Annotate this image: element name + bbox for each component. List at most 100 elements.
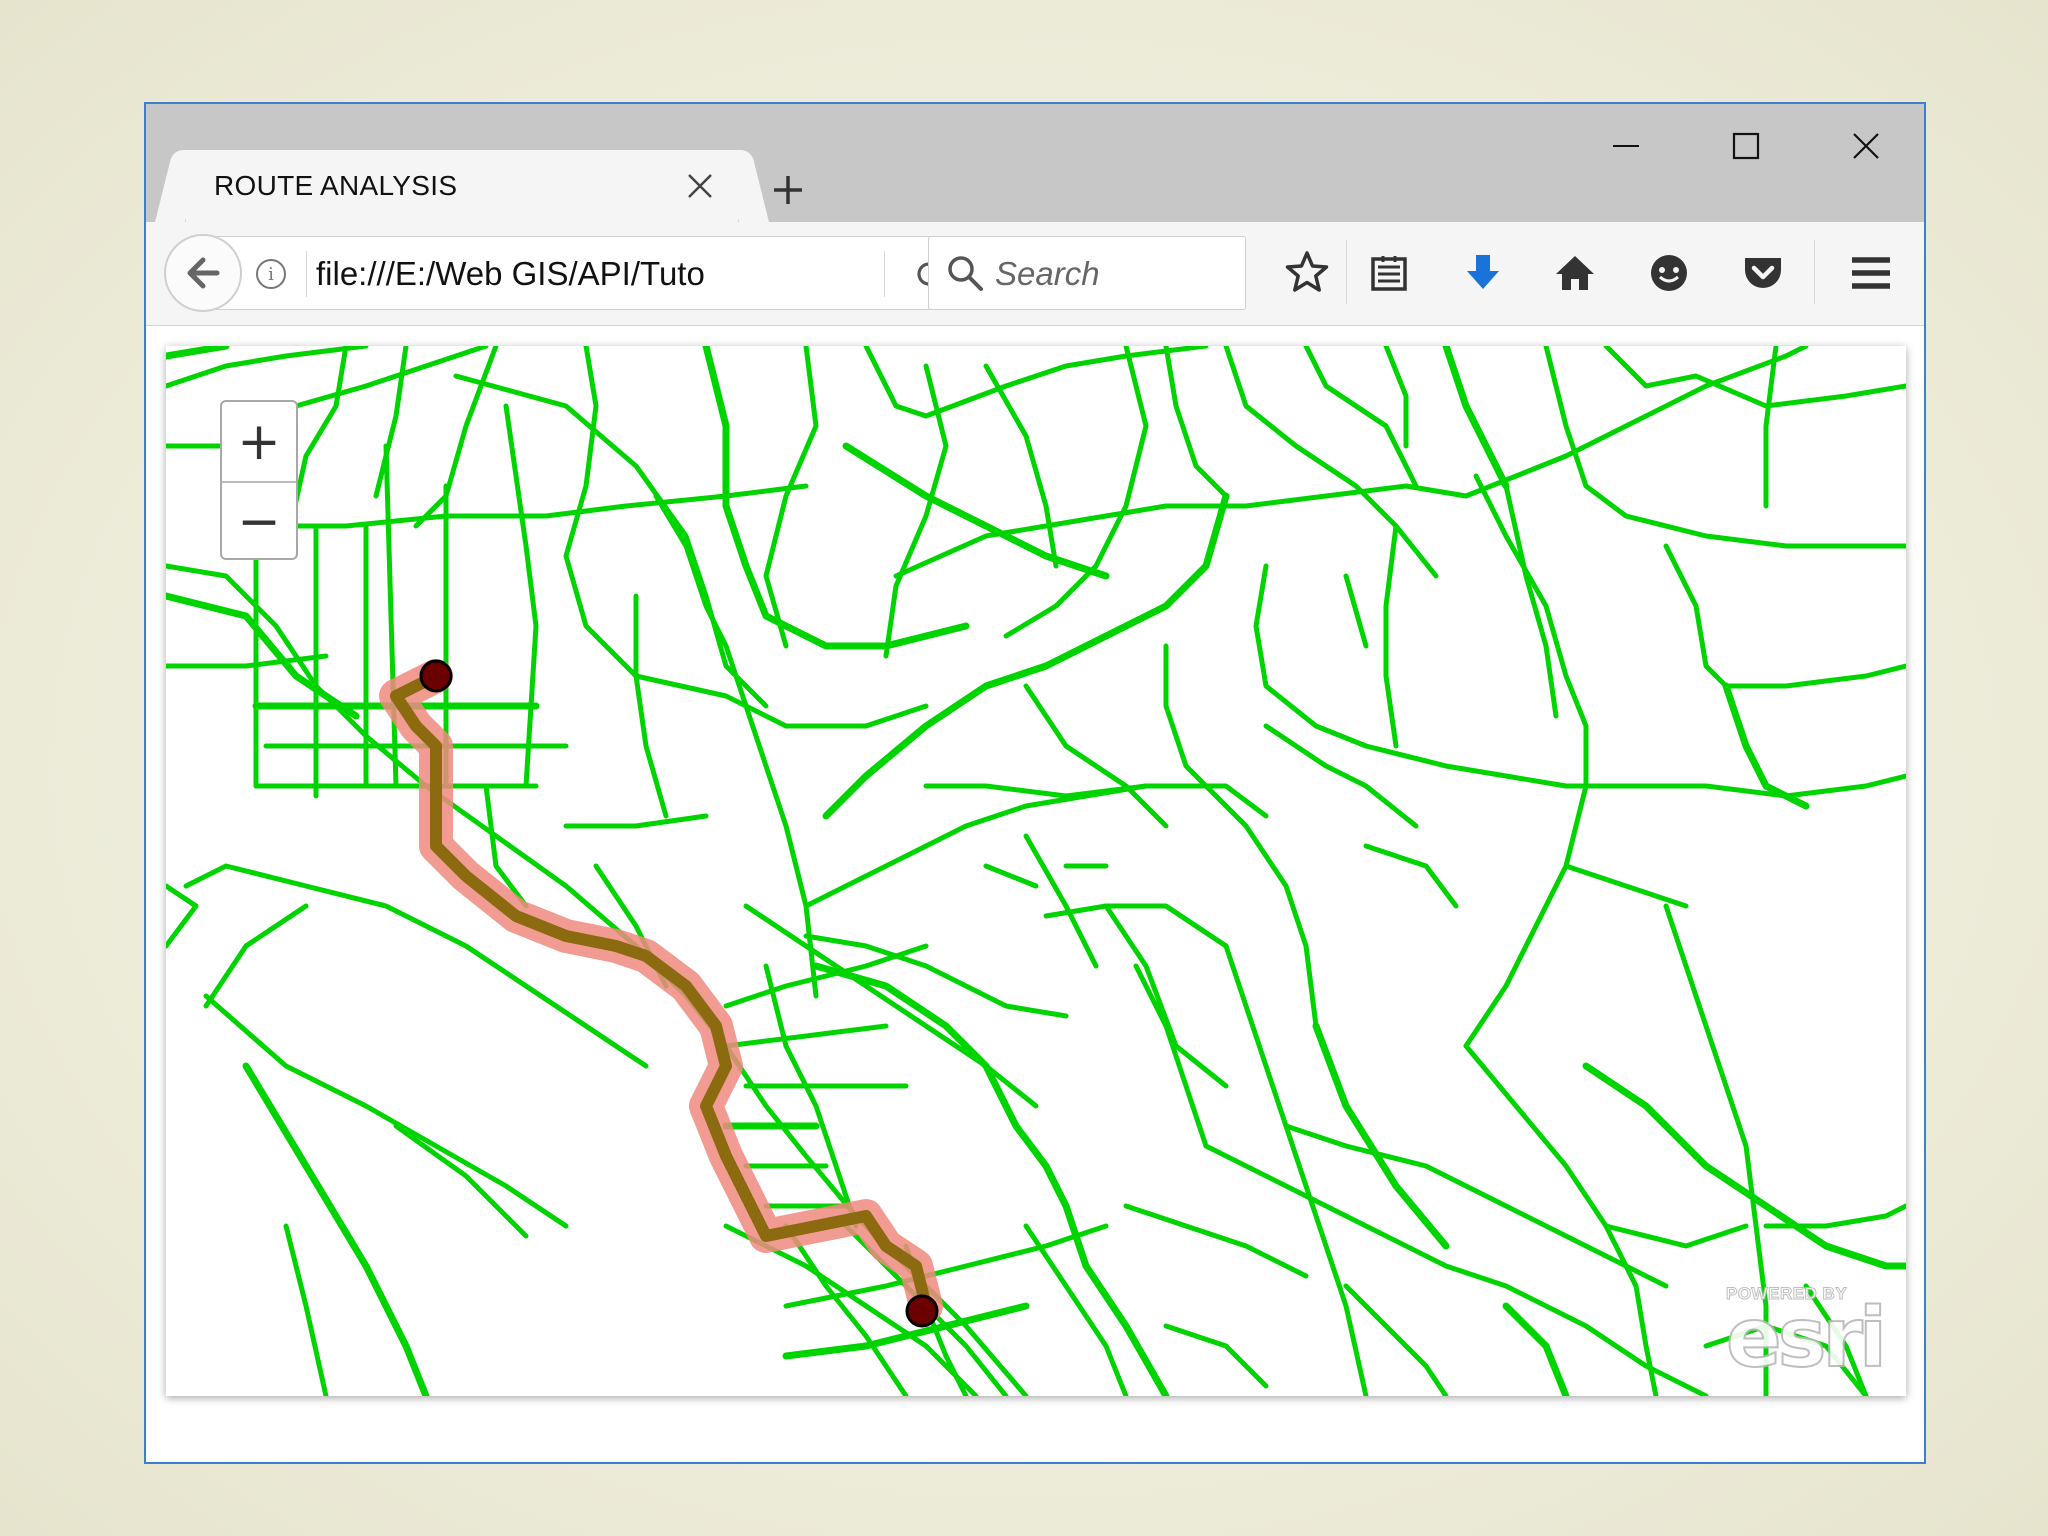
hello-chat-icon <box>1651 255 1687 291</box>
esri-attribution-logo[interactable]: POWERED BY esri <box>1725 1284 1888 1386</box>
road-segment <box>653 493 819 999</box>
road-segment <box>1763 346 1779 509</box>
maximize-button[interactable] <box>1716 118 1776 174</box>
road-segment <box>1283 1123 1669 1289</box>
address-separator <box>306 251 307 297</box>
road-segment <box>1003 346 1149 639</box>
minimize-button[interactable] <box>1596 118 1656 174</box>
road-segment <box>1123 1203 1309 1279</box>
home-icon <box>1556 256 1594 290</box>
road-segment <box>383 443 399 789</box>
road-segment <box>1603 346 1906 409</box>
map-view[interactable]: + − POWERED BY esri <box>166 346 1906 1396</box>
tab-title: ROUTE ANALYSIS <box>214 170 458 201</box>
close-window-button[interactable] <box>1836 118 1896 174</box>
road-segment <box>633 593 669 819</box>
toolbar-separator <box>1346 240 1347 304</box>
road-segment <box>166 346 489 449</box>
tab-close-button[interactable] <box>682 168 718 204</box>
road-segment <box>1163 1323 1269 1389</box>
browser-window: ROUTE ANALYSIS i file:///E:/Web GIS/API/… <box>144 102 1926 1464</box>
road-segment <box>503 403 539 789</box>
new-tab-button[interactable] <box>762 164 814 216</box>
plus-icon <box>774 176 802 204</box>
road-segment <box>1603 1223 1749 1249</box>
toolbar-separator <box>1814 240 1815 304</box>
road-segment <box>166 346 230 360</box>
downloads-button[interactable] <box>1456 246 1510 300</box>
route-buffer <box>379 659 943 1323</box>
search-input[interactable] <box>993 253 1237 295</box>
road-segment <box>1133 963 1209 1149</box>
road-segment <box>1563 863 1689 909</box>
road-segment <box>1043 903 1229 949</box>
road-segment <box>563 813 709 829</box>
pocket-button[interactable] <box>1736 246 1790 300</box>
road-segment <box>923 783 1269 819</box>
search-icon <box>948 256 983 291</box>
pocket-icon <box>1745 258 1781 288</box>
road-segment <box>1463 473 1589 1049</box>
tab-route-analysis[interactable]: ROUTE ANALYSIS <box>186 150 738 222</box>
road-segment <box>373 346 409 499</box>
zoom-control: + − <box>220 400 298 560</box>
bookmark-star-icon <box>1285 251 1329 292</box>
close-icon <box>1853 133 1879 159</box>
road-segment <box>1363 843 1459 909</box>
road-segment <box>203 993 569 1229</box>
bookmark-button[interactable] <box>1280 246 1334 300</box>
menu-button[interactable] <box>1844 246 1898 300</box>
road-segment <box>1223 943 1309 1189</box>
title-bar: ROUTE ANALYSIS <box>146 104 1924 222</box>
hello-chat-button[interactable] <box>1642 246 1696 300</box>
road-network-layer <box>166 346 1906 1396</box>
road-segment <box>983 863 1039 889</box>
road-segment <box>1023 833 1099 969</box>
road-segment <box>166 883 199 949</box>
route-end-stop[interactable] <box>905 1294 939 1328</box>
esri-logo-text: esri <box>1725 1291 1888 1386</box>
road-segment <box>283 1223 329 1396</box>
zoom-out-button[interactable]: − <box>222 482 296 558</box>
road-segment <box>203 903 309 1009</box>
road-segment <box>1663 543 1906 689</box>
info-icon[interactable]: i <box>256 259 286 289</box>
road-segment <box>242 1062 430 1396</box>
reading-list-button[interactable] <box>1362 246 1416 300</box>
route-start-stop[interactable] <box>419 659 453 693</box>
road-segment <box>1023 1223 1129 1396</box>
road-segment <box>1303 1183 1369 1396</box>
road-segment <box>1463 1043 1659 1396</box>
road-segment <box>1503 483 1559 719</box>
road-segment <box>803 783 1149 909</box>
road-segment <box>1383 523 1399 749</box>
back-icon <box>187 257 220 289</box>
address-separator <box>884 251 885 297</box>
road-segment <box>863 346 1209 419</box>
road-segment <box>1463 346 1809 499</box>
road-segment <box>563 346 929 729</box>
road-segment <box>763 963 859 1229</box>
road-segment <box>763 346 819 649</box>
road-segment <box>1343 573 1369 649</box>
road-segment <box>1502 1302 1570 1396</box>
road-segment <box>393 1123 529 1239</box>
home-button[interactable] <box>1548 246 1602 300</box>
close-icon <box>688 174 712 198</box>
road-segment <box>1163 346 1229 499</box>
road-segment <box>842 442 1110 580</box>
download-icon <box>1467 255 1499 289</box>
road-segment <box>893 483 1469 579</box>
road-segment <box>1253 563 1669 789</box>
road-segment <box>453 373 769 709</box>
address-bar[interactable]: i file:///E:/Web GIS/API/Tuto <box>212 236 972 310</box>
search-box[interactable] <box>928 236 1246 310</box>
road-segment <box>413 346 499 529</box>
navigation-toolbar: i file:///E:/Web GIS/API/Tuto <box>146 222 1924 326</box>
road-segment <box>1442 346 1510 490</box>
url-text[interactable]: file:///E:/Web GIS/API/Tuto <box>316 255 786 293</box>
back-button[interactable] <box>164 234 242 312</box>
reading-list-icon <box>1371 256 1407 291</box>
zoom-in-button[interactable]: + <box>222 402 296 483</box>
road-segment <box>723 1023 889 1049</box>
